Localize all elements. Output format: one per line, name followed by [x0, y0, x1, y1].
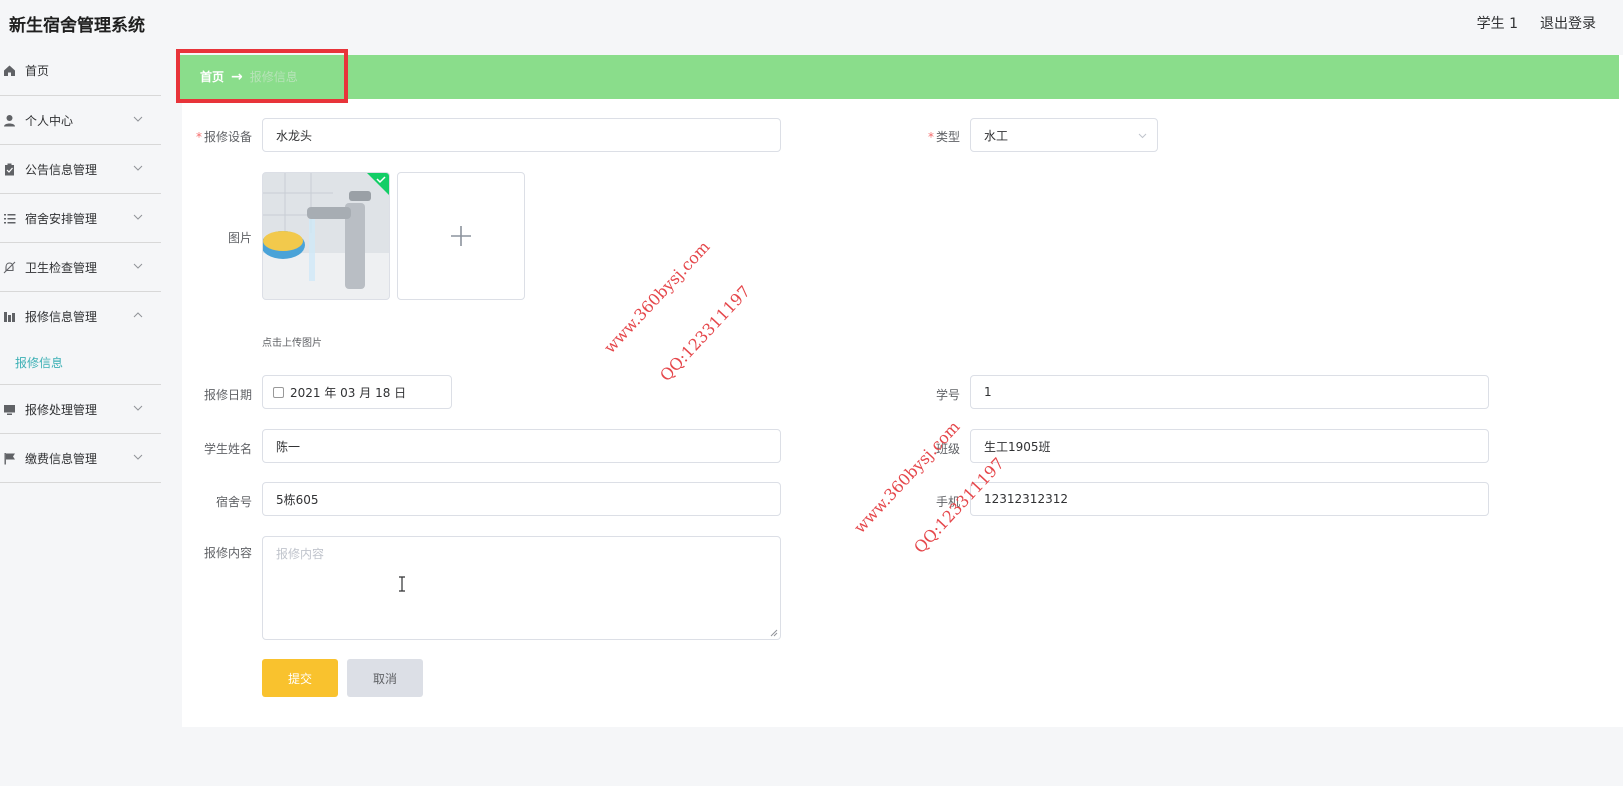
text-cursor-icon [399, 576, 405, 592]
device-input[interactable]: 水龙头 [262, 118, 781, 152]
app-title: 新生宿舍管理系统 [9, 16, 145, 36]
dorm-label: 宿舍号 [215, 495, 252, 509]
chevron-down-icon [133, 454, 143, 460]
type-label: * 类型 [927, 130, 960, 144]
sidebar-item-label: 个人中心 [25, 113, 74, 128]
sidebar-item-label: 卫生检查管理 [25, 260, 98, 275]
plus-icon [451, 226, 471, 246]
chevron-down-icon [133, 116, 143, 122]
sidebar-item-repair-info[interactable]: 报修信息管理 [0, 292, 161, 341]
sidebar-item-label: 宿舍安排管理 [25, 211, 98, 226]
sidebar-item-repair-handling[interactable]: 报修处理管理 [0, 385, 161, 434]
repair-content-placeholder: 报修内容 [276, 547, 325, 561]
breadcrumb-highlight-box [176, 49, 348, 103]
sidebar-item-label: 首页 [25, 64, 50, 78]
upload-tip: 点击上传图片 [262, 338, 322, 349]
class-input[interactable]: 生工1905班 [970, 429, 1489, 463]
chevron-down-icon [1138, 133, 1147, 139]
repair-content-textarea[interactable]: 报修内容 [262, 536, 781, 640]
top-header: 新生宿舍管理系统 学生 1 退出登录 [0, 0, 1623, 44]
chevron-down-icon [133, 263, 143, 269]
sidebar-item-label: 报修信息管理 [25, 310, 98, 324]
sidebar-submenu: 报修信息 [0, 341, 161, 385]
type-selected-value: 水工 [984, 128, 1009, 143]
sidebar-item-hygiene[interactable]: 卫生检查管理 [0, 243, 161, 292]
clipboard-icon [2, 162, 16, 176]
cancel-button[interactable]: 取消 [347, 659, 423, 697]
sidebar-item-notice[interactable]: 公告信息管理 [0, 145, 161, 194]
flag-icon [2, 451, 16, 465]
list-icon [2, 211, 16, 225]
dorm-input[interactable]: 5栋605 [262, 482, 781, 516]
home-icon [2, 64, 16, 78]
submit-button[interactable]: 提交 [262, 659, 338, 697]
student-no-input[interactable]: 1 [970, 375, 1489, 409]
bell-off-icon [2, 260, 16, 274]
chevron-up-icon [133, 312, 143, 318]
logout-link[interactable]: 退出登录 [1540, 13, 1596, 33]
device-label: * 报修设备 [195, 130, 252, 144]
uploaded-image-thumbnail[interactable] [262, 172, 390, 300]
calendar-icon [273, 386, 284, 398]
date-label: 报修日期 [203, 388, 252, 402]
sidebar-item-home[interactable]: 首页 [0, 46, 161, 96]
content-label: 报修内容 [203, 546, 252, 560]
image-label: 图片 [227, 231, 252, 245]
user-icon [2, 113, 16, 127]
student-name-label: 学生姓名 [203, 442, 252, 456]
repair-date-input[interactable]: 2021 年 03 月 18 日 [262, 375, 452, 409]
breadcrumb-bar [176, 55, 1619, 99]
upload-success-check-icon [367, 173, 389, 195]
sidebar-item-personal-center[interactable]: 个人中心 [0, 96, 161, 145]
student-no-label: 学号 [935, 388, 960, 402]
repair-date-value: 2021 年 03 月 18 日 [290, 385, 407, 400]
chart-icon [2, 310, 16, 324]
type-select[interactable]: 水工 [970, 118, 1158, 152]
user-area: 学生 1 退出登录 [1477, 13, 1596, 33]
chevron-down-icon [133, 214, 143, 220]
sidebar-item-label: 公告信息管理 [25, 162, 98, 177]
sidebar-item-dorm-arrangement[interactable]: 宿舍安排管理 [0, 194, 161, 243]
sidebar-item-label: 缴费信息管理 [25, 451, 98, 466]
chevron-down-icon [133, 405, 143, 411]
chevron-down-icon [133, 165, 143, 171]
sidebar-subitem-repair-info[interactable]: 报修信息 [15, 354, 63, 371]
sidebar: 首页 个人中心 公告信息管理 宿舍安排管理 卫生检查管理 报修信息管理 报修信息… [0, 46, 161, 786]
sidebar-item-label: 报修处理管理 [25, 402, 98, 417]
image-upload-button[interactable] [397, 172, 525, 300]
student-name-input[interactable]: 陈一 [262, 429, 781, 463]
current-user[interactable]: 学生 1 [1477, 13, 1518, 33]
monitor-icon [2, 402, 16, 416]
sidebar-item-payment[interactable]: 缴费信息管理 [0, 434, 161, 483]
phone-input[interactable]: 12312312312 [970, 482, 1489, 516]
resize-grip-icon[interactable] [770, 629, 778, 637]
